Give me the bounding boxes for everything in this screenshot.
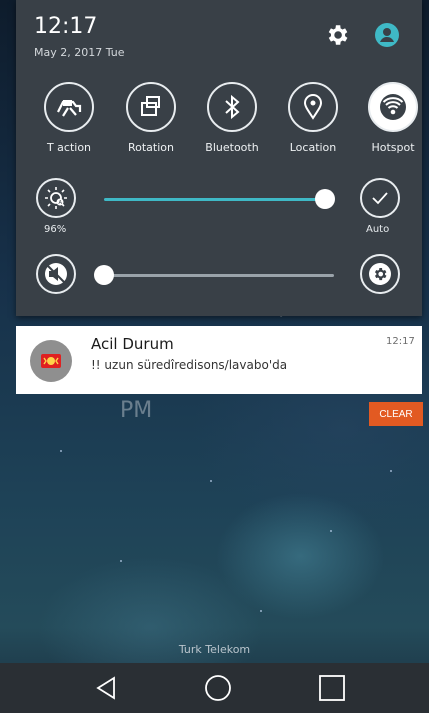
volume-slider-thumb[interactable] (94, 265, 114, 285)
back-icon (96, 676, 115, 700)
auto-brightness-check-icon[interactable] (360, 178, 400, 218)
star (60, 450, 62, 452)
home-button[interactable] (188, 663, 248, 713)
quick-settings-panel: 12:17 May 2, 2017 Tue T action Rotation … (16, 0, 422, 316)
volume-row (16, 252, 422, 302)
brightness-icon[interactable]: A (36, 178, 76, 218)
bluetooth-icon (207, 82, 257, 132)
brightness-slider-track[interactable] (104, 198, 326, 201)
star (120, 560, 122, 562)
background-text-pm: PM (120, 398, 153, 423)
mute-icon[interactable] (36, 254, 76, 294)
recents-button[interactable] (302, 663, 362, 713)
date: May 2, 2017 Tue (34, 46, 125, 59)
toggle-label: Hotspot (371, 141, 415, 154)
hotspot-icon (368, 82, 418, 132)
notification-title: Acil Durum (91, 335, 174, 353)
toggle-label: T action (46, 141, 92, 154)
notification-time: 12:17 (386, 336, 415, 347)
star (390, 470, 392, 472)
toggle-rotation[interactable]: Rotation (111, 82, 191, 154)
notification-body: !! uzun süredîredisons/lavabo'da (91, 358, 288, 372)
auto-brightness-label: Auto (366, 224, 390, 235)
toggle-bluetooth[interactable]: Bluetooth (192, 82, 272, 154)
toggle-location[interactable]: Location (273, 82, 353, 154)
toggle-label: Bluetooth (205, 141, 259, 154)
sound-settings-gear-icon[interactable] (360, 254, 400, 294)
svg-text:A: A (59, 200, 63, 206)
home-icon (205, 675, 231, 701)
user-profile-icon[interactable] (374, 22, 400, 48)
clock: 12:17 (34, 14, 98, 39)
brightness-row: A 96% Auto (16, 176, 422, 236)
notification-card[interactable]: Acil Durum 12:17 !! uzun süredîredisons/… (16, 326, 422, 394)
volume-slider-track[interactable] (104, 274, 334, 277)
back-button[interactable] (76, 663, 136, 713)
toggle-label: Rotation (127, 141, 174, 154)
star (330, 530, 332, 532)
clear-button[interactable]: CLEAR (369, 402, 423, 426)
toggle-t-action[interactable]: T action (29, 82, 109, 154)
toggle-label: Location (289, 141, 337, 154)
brightness-slider-thumb[interactable] (315, 189, 335, 209)
toggle-hotspot[interactable]: Hotspot (353, 82, 429, 154)
star (210, 480, 212, 482)
quick-toggles: T action Rotation Bluetooth Location Hot… (16, 82, 422, 162)
recents-icon (319, 675, 345, 701)
navigation-bar (0, 663, 429, 713)
location-icon (288, 82, 338, 132)
notification-app-avatar (30, 340, 72, 382)
carrier-label: Turk Telekom (178, 643, 251, 656)
t-action-icon (44, 82, 94, 132)
settings-gear-icon[interactable] (324, 22, 350, 48)
rotation-icon (126, 82, 176, 132)
brightness-percent: 96% (44, 224, 67, 235)
star (260, 610, 262, 612)
qs-header: 12:17 May 2, 2017 Tue (16, 0, 422, 72)
